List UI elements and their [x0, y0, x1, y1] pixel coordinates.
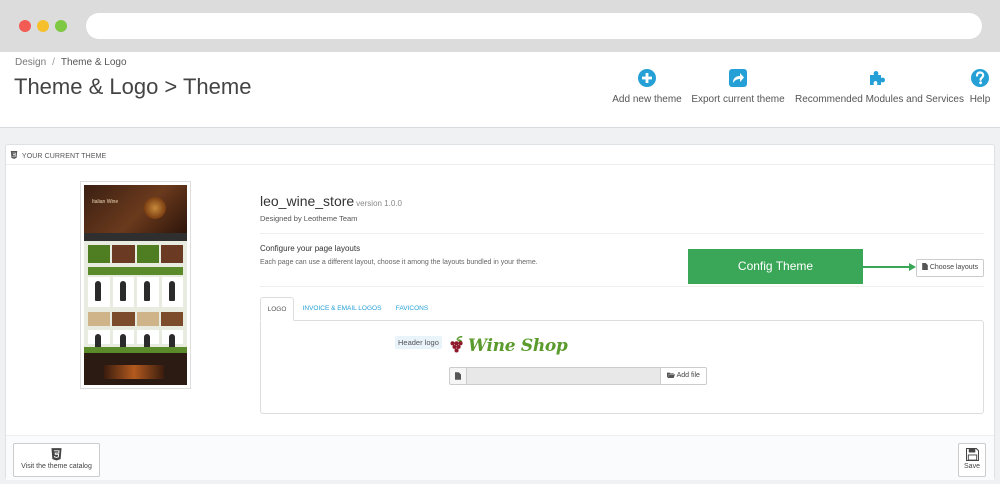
html5-icon	[10, 151, 18, 159]
preview-banner-row	[88, 312, 183, 326]
preview-cell	[160, 245, 183, 263]
add-file-button[interactable]: Add file	[660, 367, 707, 385]
tab-favicons[interactable]: FAVICONS	[390, 297, 434, 321]
layouts-description: Each page can use a different layout, ch…	[260, 259, 538, 266]
logo-tab-pane: Header logo Wine Shop Add file	[260, 320, 984, 414]
preview-picture	[88, 312, 111, 326]
header-logo-label: Header logo	[395, 336, 442, 349]
page-header: Design / Theme & Logo Theme & Logo > Theme…	[0, 52, 1000, 128]
recommended-modules-label: Recommended Modules and Services	[795, 94, 964, 105]
preview-bottle	[88, 330, 110, 354]
preview-hero-text: Italian Wine	[92, 199, 119, 205]
grapes-icon	[450, 336, 463, 353]
logo-text: Wine Shop	[468, 336, 568, 356]
preview-bottle	[137, 277, 159, 307]
folder-open-icon	[667, 372, 676, 378]
close-window-dot[interactable]	[19, 20, 31, 32]
save-button[interactable]: Save	[958, 443, 986, 477]
preview-cell	[136, 245, 159, 263]
preview-footer-strip	[84, 347, 187, 353]
choose-layouts-label: Choose layouts	[929, 264, 979, 271]
preview-bottle	[112, 330, 134, 354]
breadcrumb-design[interactable]: Design	[15, 57, 46, 68]
logo-file-upload: Add file	[449, 367, 707, 385]
preview-category-row	[88, 245, 183, 263]
preview-bottle	[137, 330, 159, 354]
app-window: Design / Theme & Logo Theme & Logo > Theme…	[0, 52, 1000, 484]
add-new-theme-button[interactable]: Add new theme	[612, 68, 682, 105]
file-icon-addon	[449, 367, 467, 385]
breadcrumb-separator: /	[52, 57, 55, 68]
preview-product-row	[88, 330, 183, 354]
puzzle-icon	[869, 71, 885, 85]
panel-heading-text: YOUR CURRENT THEME	[21, 153, 107, 160]
layouts-title: Configure your page layouts	[260, 244, 361, 253]
preview-bottle	[161, 277, 183, 307]
preview-cell	[88, 245, 111, 263]
preview-bottle	[112, 277, 134, 307]
preview-section-strip	[88, 267, 183, 275]
plus-circle-icon	[638, 69, 656, 87]
add-file-label: Add file	[676, 372, 700, 379]
preview-footer-image	[104, 365, 164, 379]
theme-preview-thumbnail: Italian Wine	[80, 181, 191, 389]
file-icon	[455, 372, 461, 380]
visit-theme-catalog-label: Visit the theme catalog	[21, 463, 92, 470]
tab-invoice-email-logos[interactable]: INVOICE & EMAIL LOGOS	[300, 297, 384, 321]
minimize-window-dot[interactable]	[37, 20, 49, 32]
arrow-right-icon	[909, 263, 916, 271]
preview-bottle	[88, 277, 110, 307]
preview-hero-banner	[84, 185, 187, 233]
address-bar[interactable]	[86, 13, 982, 39]
share-arrow-icon	[729, 69, 747, 87]
floppy-disk-icon	[965, 448, 979, 461]
recommended-modules-button[interactable]: Recommended Modules and Services	[795, 68, 964, 105]
add-new-theme-label: Add new theme	[612, 94, 682, 105]
breadcrumb-current: Theme & Logo	[60, 57, 127, 68]
theme-version: version 1.0.0	[356, 199, 402, 208]
breadcrumb: Design / Theme & Logo	[15, 57, 127, 68]
theme-name: leo_wine_store version 1.0.0	[260, 193, 402, 209]
maximize-window-dot[interactable]	[55, 20, 67, 32]
file-icon	[922, 263, 928, 270]
preview-picture	[136, 312, 159, 326]
help-button[interactable]: Help	[966, 68, 994, 105]
export-current-theme-label: Export current theme	[691, 94, 785, 105]
logo-file-input[interactable]	[466, 367, 661, 385]
visit-theme-catalog-button[interactable]: Visit the theme catalog	[13, 443, 100, 477]
theme-name-text: leo_wine_store	[260, 193, 355, 209]
preview-product-row	[88, 277, 183, 307]
html5-icon	[51, 448, 62, 461]
panel-footer: Visit the theme catalog Save	[6, 435, 994, 480]
theme-author: Designed by Leotheme Team	[260, 214, 358, 223]
export-current-theme-button[interactable]: Export current theme	[690, 68, 786, 105]
current-theme-panel: YOUR CURRENT THEME Italian Wine leo_wine…	[5, 144, 995, 480]
config-theme-button[interactable]: Config Theme	[688, 249, 863, 284]
theme-preview-image: Italian Wine	[84, 185, 187, 385]
preview-bottle	[161, 330, 183, 354]
page-title: Theme & Logo > Theme	[14, 74, 252, 99]
browser-chrome	[0, 0, 1000, 52]
choose-layouts-button[interactable]: Choose layouts	[916, 259, 984, 277]
panel-heading: YOUR CURRENT THEME	[6, 145, 994, 165]
preview-picture	[160, 312, 183, 326]
section-divider	[260, 286, 984, 287]
preview-nav-bar	[84, 233, 187, 241]
preview-hero-wheel	[144, 197, 166, 219]
question-circle-icon	[971, 69, 989, 87]
section-divider	[260, 233, 984, 234]
help-label: Help	[969, 94, 991, 105]
tab-logo[interactable]: LOGO	[260, 297, 294, 321]
save-label: Save	[964, 463, 980, 470]
header-logo-image: Wine Shop	[449, 333, 568, 359]
preview-picture	[112, 312, 135, 326]
preview-cell	[112, 245, 135, 263]
arrow-line	[863, 266, 911, 268]
